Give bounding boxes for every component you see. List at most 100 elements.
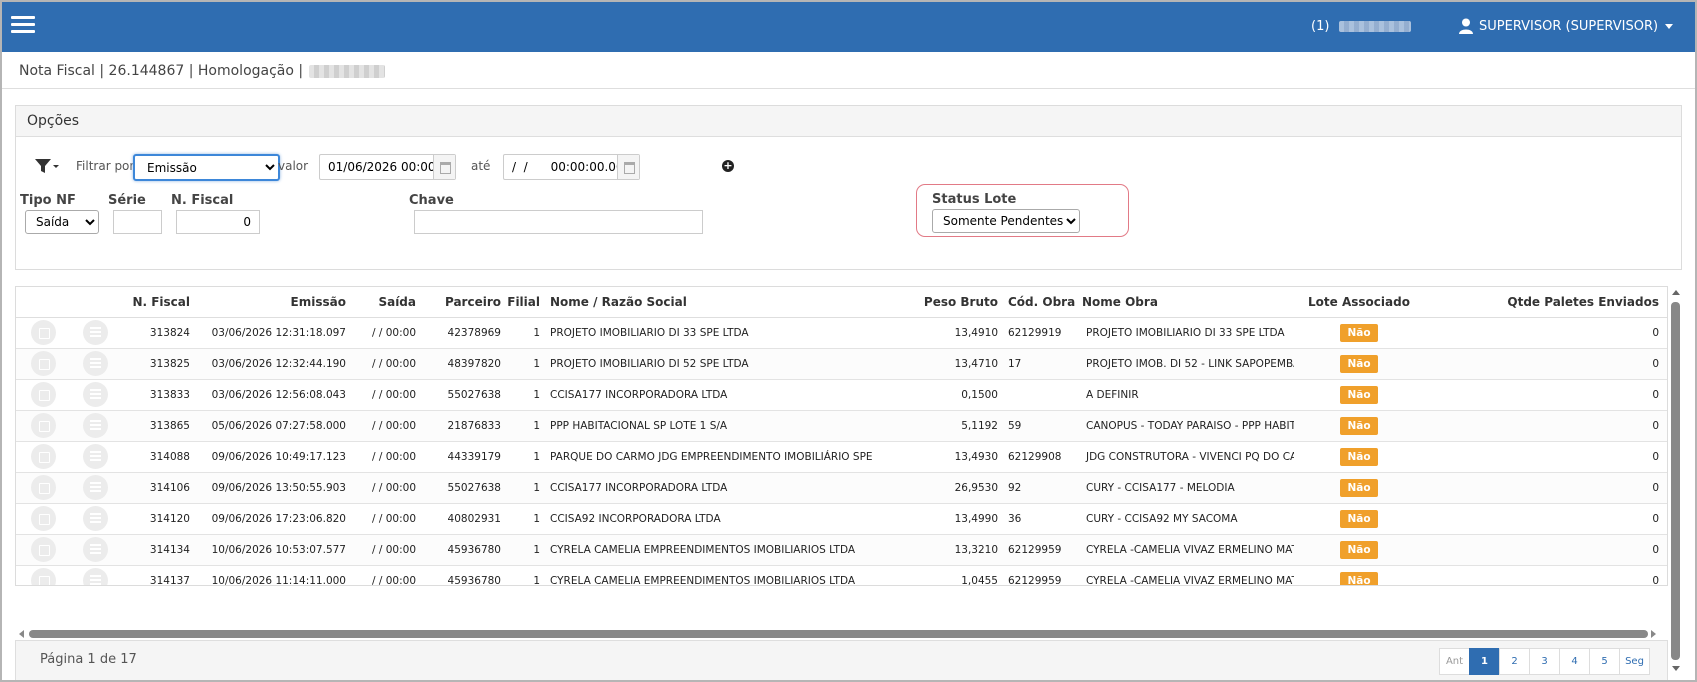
cell-nfiscal: 314137	[120, 565, 190, 585]
col-action1-header	[16, 287, 70, 318]
cell-spacer	[540, 379, 550, 411]
table-row[interactable]: 313865 05/06/2026 07:27:58.000/ / 00:00 21…	[16, 410, 1667, 442]
col-filial-header[interactable]: Filial	[501, 287, 540, 318]
pager-page-button[interactable]: 1	[1469, 648, 1500, 675]
page-info: Página 1 de 17	[40, 652, 137, 667]
scroll-right-arrow[interactable]	[1651, 630, 1656, 638]
pagination: Ant 1 2 3 4 5 Seg	[1439, 648, 1650, 675]
table-row[interactable]: 313833 03/06/2026 12:56:08.043/ / 00:00 55…	[16, 379, 1667, 411]
calendar-icon[interactable]	[617, 155, 639, 179]
cell-filial: 1	[501, 379, 540, 411]
package-icon[interactable]	[30, 382, 56, 407]
col-peso-header[interactable]: Peso Bruto	[921, 287, 998, 318]
menu-list-icon[interactable]	[82, 475, 108, 500]
col-nfiscal-header[interactable]: N. Fiscal	[120, 287, 190, 318]
filter-by-label: Filtrar por	[76, 159, 135, 173]
filter-icon[interactable]	[34, 156, 60, 176]
user-menu[interactable]: SUPERVISOR (SUPERVISOR)	[1459, 18, 1674, 34]
cell-spacer	[540, 317, 550, 349]
chave-input[interactable]	[414, 210, 703, 234]
table-header-row: N. Fiscal Emissão Saída Parceiro Filial …	[16, 287, 1667, 318]
menu-list-icon[interactable]	[82, 320, 108, 345]
pager-page-button[interactable]: 5	[1589, 648, 1620, 675]
row-action-cell	[16, 410, 70, 442]
cell-spacer	[998, 565, 1008, 585]
row-action-cell	[70, 317, 120, 349]
filter-by-select[interactable]: Emissão	[133, 154, 280, 181]
cell-peso: 5,1192	[921, 410, 998, 442]
table-row[interactable]: 313824 03/06/2026 12:31:18.097/ / 00:00 42…	[16, 317, 1667, 349]
package-icon[interactable]	[30, 444, 56, 469]
cell-qtde: 0	[1424, 503, 1667, 535]
cell-nome-obra: CYRELA -CAMELIA VIVAZ ERMELINO MATARAZZO	[1074, 565, 1294, 585]
nfiscal-label: N. Fiscal	[171, 193, 234, 208]
cell-spacer	[540, 503, 550, 535]
cell-nome-obra: A DEFINIR	[1074, 379, 1294, 411]
row-action-cell	[70, 441, 120, 473]
cell-peso: 26,9530	[921, 472, 998, 504]
ate-date-input[interactable]: / / 00:00:00.00	[503, 154, 640, 180]
cell-saida: / / 00:00	[346, 348, 416, 380]
package-icon[interactable]	[30, 320, 56, 345]
vertical-scrollbar[interactable]	[1671, 302, 1680, 660]
pager-prev-button[interactable]: Ant	[1439, 648, 1470, 675]
cell-cod-obra: 62129908	[1008, 441, 1074, 473]
cell-lote: Não	[1294, 472, 1424, 504]
tipo-nf-select[interactable]: Saída	[25, 210, 99, 234]
cell-nome: CYRELA CAMELIA EMPREENDIMENTOS IMOBILIAR…	[550, 565, 921, 585]
col-saida-header[interactable]: Saída	[346, 287, 416, 318]
package-icon[interactable]	[30, 568, 56, 585]
status-lote-select[interactable]: Somente Pendentes	[932, 209, 1080, 233]
hamburger-menu-icon[interactable]	[11, 16, 35, 34]
table-row[interactable]: 314088 09/06/2026 10:49:17.123/ / 00:00 44…	[16, 441, 1667, 473]
scroll-left-arrow[interactable]	[19, 630, 24, 638]
col-qtde-header[interactable]: Qtde Paletes Enviados	[1424, 287, 1667, 318]
cell-nome-obra: PROJETO IMOBILIARIO DI 33 SPE LTDA	[1074, 317, 1294, 349]
pager-page-button[interactable]: 4	[1559, 648, 1590, 675]
package-icon[interactable]	[30, 506, 56, 531]
package-icon[interactable]	[30, 475, 56, 500]
menu-list-icon[interactable]	[82, 413, 108, 438]
menu-list-icon[interactable]	[82, 568, 108, 585]
cell-parceiro: 44339179	[416, 441, 501, 473]
table-row[interactable]: 313825 03/06/2026 12:32:44.190/ / 00:00 48…	[16, 348, 1667, 380]
notification-indicator[interactable]: (1)	[1311, 19, 1412, 34]
add-filter-button[interactable]: +	[722, 160, 734, 172]
table-row[interactable]: 314137 10/06/2026 11:14:11.000/ / 00:00 45…	[16, 565, 1667, 585]
col-parceiro-header[interactable]: Parceiro	[416, 287, 501, 318]
menu-list-icon[interactable]	[82, 506, 108, 531]
cell-nome-obra: CANOPUS - TODAY PARAISO - PPP HABIT	[1074, 410, 1294, 442]
col-nome-header[interactable]: Nome / Razão Social	[550, 287, 921, 318]
menu-list-icon[interactable]	[82, 444, 108, 469]
col-lote-header[interactable]: Lote Associado	[1294, 287, 1424, 318]
nfiscal-input[interactable]	[176, 210, 260, 234]
col-nome-obra-header[interactable]: Nome Obra	[1074, 287, 1294, 318]
scroll-up-arrow[interactable]	[1672, 290, 1680, 295]
cell-peso: 13,3210	[921, 534, 998, 566]
menu-list-icon[interactable]	[82, 382, 108, 407]
menu-list-icon[interactable]	[82, 351, 108, 376]
menu-list-icon[interactable]	[82, 537, 108, 562]
cell-parceiro: 55027638	[416, 379, 501, 411]
table-row[interactable]: 314120 09/06/2026 17:23:06.820/ / 00:00 40…	[16, 503, 1667, 535]
horizontal-scrollbar[interactable]	[29, 630, 1648, 638]
calendar-icon[interactable]	[433, 155, 455, 179]
pager-page-button[interactable]: 2	[1499, 648, 1530, 675]
valor-date-input[interactable]: 01/06/2026 00:00:0	[319, 154, 456, 180]
cell-filial: 1	[501, 441, 540, 473]
table-row[interactable]: 314134 10/06/2026 10:53:07.577/ / 00:00 45…	[16, 534, 1667, 566]
table-row[interactable]: 314106 09/06/2026 13:50:55.903/ / 00:00 55…	[16, 472, 1667, 504]
package-icon[interactable]	[30, 413, 56, 438]
scroll-down-arrow[interactable]	[1672, 666, 1680, 671]
col-cod-obra-header[interactable]: Cód. Obra	[1008, 287, 1075, 318]
package-icon[interactable]	[30, 537, 56, 562]
cell-nfiscal: 313824	[120, 317, 190, 349]
col-emissao-header[interactable]: Emissão	[190, 287, 346, 318]
cell-peso: 13,4930	[921, 441, 998, 473]
pager-next-button[interactable]: Seg	[1619, 648, 1650, 675]
pager-page-button[interactable]: 3	[1529, 648, 1560, 675]
cell-cod-obra: 92	[1008, 472, 1074, 504]
package-icon[interactable]	[30, 351, 56, 376]
serie-input[interactable]	[113, 210, 162, 234]
cell-lote: Não	[1294, 565, 1424, 585]
